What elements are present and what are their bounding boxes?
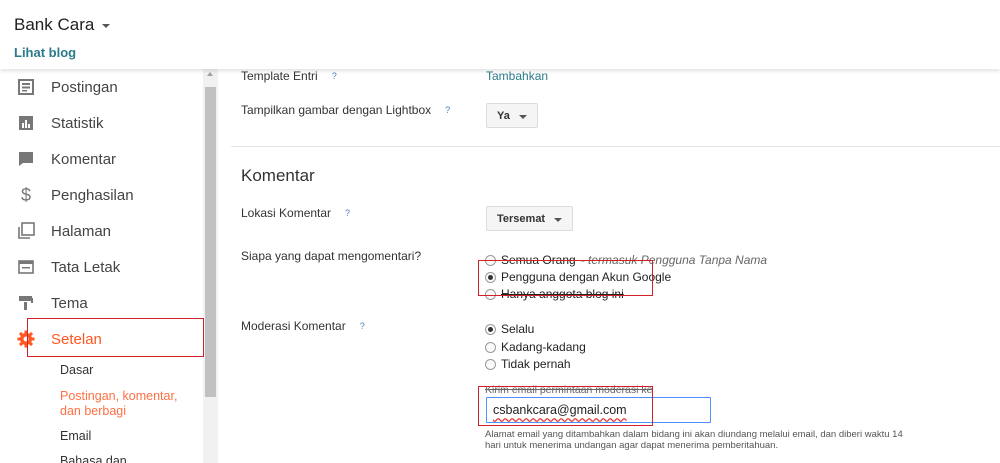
comment-location-row-label: Lokasi Komentar ?: [241, 206, 354, 220]
add-template-link[interactable]: Tambahkan: [486, 69, 548, 83]
sidebar-subitem-posts-comments[interactable]: Postingan, komentar, dan berbagi: [60, 389, 177, 419]
blog-title: Bank Cara: [14, 15, 95, 34]
sidebar-item-label: Setelan: [51, 330, 102, 348]
radio-option-label: Selalu: [501, 322, 535, 336]
template-entry-row-label: Template Entri ?: [241, 69, 341, 83]
help-icon[interactable]: ?: [441, 104, 454, 117]
sidebar-item-label: Komentar: [51, 150, 117, 168]
blog-selector[interactable]: Bank Cara: [14, 15, 111, 35]
moderation-email-label: Kirim email permintaan moderasi ke: [485, 384, 652, 396]
help-icon[interactable]: ?: [356, 320, 369, 333]
lightbox-dropdown-value: Ya: [497, 109, 510, 122]
sidebar-item-label: Tata Letak: [51, 258, 121, 276]
moderation-email-hint: Alamat email yang ditambahkan dalam bida…: [485, 429, 903, 451]
radio-option-note: - termasuk Pengguna Tanpa Nama: [580, 253, 768, 267]
radio-option-label: Kadang-kadang: [501, 340, 586, 354]
help-icon[interactable]: ?: [341, 207, 354, 220]
radio-option-label: Semua Orang: [501, 253, 576, 267]
posts-icon: [16, 77, 36, 97]
sidebar-item-label: Penghasilan: [51, 186, 134, 204]
who-can-comment-label: Siapa yang dapat mengomentari?: [241, 249, 422, 263]
radio-button-selected[interactable]: [485, 323, 496, 335]
stats-icon: [16, 113, 36, 133]
sidebar-subitem-label-line2: dan berbagi: [60, 404, 127, 418]
comments-icon: [16, 149, 36, 169]
sidebar-item-settings[interactable]: Setelan: [0, 321, 203, 357]
radio-option-blog-members[interactable]: Hanya anggota blog ini: [485, 287, 624, 301]
section-divider: [231, 146, 1000, 147]
moderation-row-label: Moderasi Komentar ?: [241, 319, 369, 333]
gear-icon: [16, 329, 36, 349]
comment-location-label: Lokasi Komentar: [241, 206, 332, 220]
scroll-up-arrow-icon[interactable]: [207, 72, 213, 76]
sidebar-scrollbar[interactable]: [203, 69, 218, 463]
radio-button[interactable]: [485, 341, 496, 353]
sidebar-item-stats[interactable]: Statistik: [0, 105, 203, 141]
sidebar-item-theme[interactable]: Tema: [0, 285, 203, 321]
radio-button[interactable]: [485, 254, 496, 266]
sidebar-item-earnings[interactable]: $ Penghasilan: [0, 177, 203, 213]
radio-option-never[interactable]: Tidak pernah: [485, 357, 571, 371]
chevron-down-icon: [554, 217, 563, 222]
radio-option-label: Hanya anggota blog ini: [501, 287, 624, 301]
sidebar-item-label: Halaman: [51, 222, 112, 240]
sidebar-subitem-label-line1: Postingan, komentar,: [60, 389, 178, 403]
sidebar-subitem-basic[interactable]: Dasar: [60, 363, 93, 378]
pages-icon: [16, 221, 36, 241]
moderation-email-value: csbankcara@gmail.com: [493, 403, 627, 417]
lightbox-label: Tampilkan gambar dengan Lightbox: [241, 103, 432, 117]
comment-location-value: Tersemat: [497, 212, 546, 225]
layout-icon: [16, 257, 36, 277]
sidebar-item-pages[interactable]: Halaman: [0, 213, 203, 249]
radio-option-label: Tidak pernah: [501, 357, 571, 371]
top-header: Bank Cara Lihat blog: [0, 0, 1000, 69]
sidebar-item-comments[interactable]: Komentar: [0, 141, 203, 177]
radio-option-label: Pengguna dengan Akun Google: [501, 270, 672, 284]
template-entry-label: Template Entri: [241, 69, 318, 83]
radio-option-always[interactable]: Selalu: [485, 322, 534, 336]
view-blog-link[interactable]: Lihat blog: [14, 45, 76, 60]
sidebar-item-label: Tema: [51, 294, 88, 312]
chevron-down-icon: [518, 114, 527, 119]
radio-button-selected[interactable]: [485, 271, 496, 283]
moderation-email-label-text: Kirim email permintaan moderasi ke: [485, 384, 653, 396]
sidebar-subitem-language[interactable]: Bahasa dan: [60, 454, 127, 463]
comment-location-dropdown[interactable]: Tersemat: [486, 206, 574, 231]
scrollbar-thumb[interactable]: [205, 87, 216, 397]
sidebar-item-posts[interactable]: Postingan: [0, 69, 203, 105]
help-icon[interactable]: ?: [328, 70, 341, 83]
lightbox-dropdown[interactable]: Ya: [486, 103, 538, 128]
sidebar-item-label: Postingan: [51, 78, 118, 96]
radio-button[interactable]: [485, 358, 496, 370]
radio-option-everyone[interactable]: Semua Orang - termasuk Pengguna Tanpa Na…: [485, 253, 767, 267]
dollar-icon: $: [20, 184, 31, 205]
radio-option-google-users[interactable]: Pengguna dengan Akun Google: [485, 270, 671, 284]
moderation-email-input[interactable]: csbankcara@gmail.com: [486, 397, 711, 423]
radio-option-sometimes[interactable]: Kadang-kadang: [485, 340, 586, 354]
moderation-label: Moderasi Komentar: [241, 319, 346, 333]
settings-content: Template Entri ? Tambahkan Tampilkan gam…: [218, 0, 1000, 463]
lightbox-row-label: Tampilkan gambar dengan Lightbox ?: [241, 103, 454, 117]
sidebar-subitem-email[interactable]: Email: [60, 429, 91, 444]
comments-section-title: Komentar: [241, 166, 315, 185]
theme-icon: [16, 293, 36, 313]
sidebar-item-label: Statistik: [51, 114, 104, 132]
sidebar-item-layout[interactable]: Tata Letak: [0, 249, 203, 285]
chevron-down-icon: [102, 24, 111, 28]
sidebar: Postingan Statistik Komentar $ Penghasil…: [0, 69, 218, 463]
radio-button[interactable]: [485, 288, 496, 300]
